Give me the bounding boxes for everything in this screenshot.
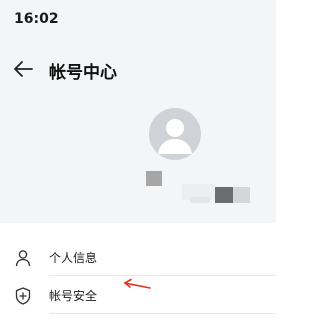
redacted-block [215, 187, 233, 203]
arrow-left-icon [14, 61, 33, 77]
shield-plus-icon [15, 287, 31, 305]
page-title: 帐号中心 [49, 63, 117, 83]
back-button[interactable] [10, 56, 36, 82]
redacted-block [190, 197, 210, 203]
status-time: 16:02 [14, 11, 59, 27]
menu-item-label: 个人信息 [49, 251, 98, 265]
account-menu: 个人信息 帐号安全 [0, 223, 276, 314]
menu-item-label: 帐号安全 [49, 289, 98, 303]
divider [49, 313, 276, 314]
account-header: 16:02 帐号中心 [0, 0, 276, 223]
redacted-block [233, 187, 250, 203]
annotation-arrow-icon [124, 278, 151, 289]
user-outline-icon [15, 250, 31, 267]
user-avatar-icon [158, 119, 192, 154]
nav-bar: 帐号中心 [0, 52, 276, 86]
menu-item-personal-info[interactable]: 个人信息 [0, 238, 276, 276]
redacted-block [146, 171, 162, 186]
avatar[interactable] [149, 108, 201, 160]
